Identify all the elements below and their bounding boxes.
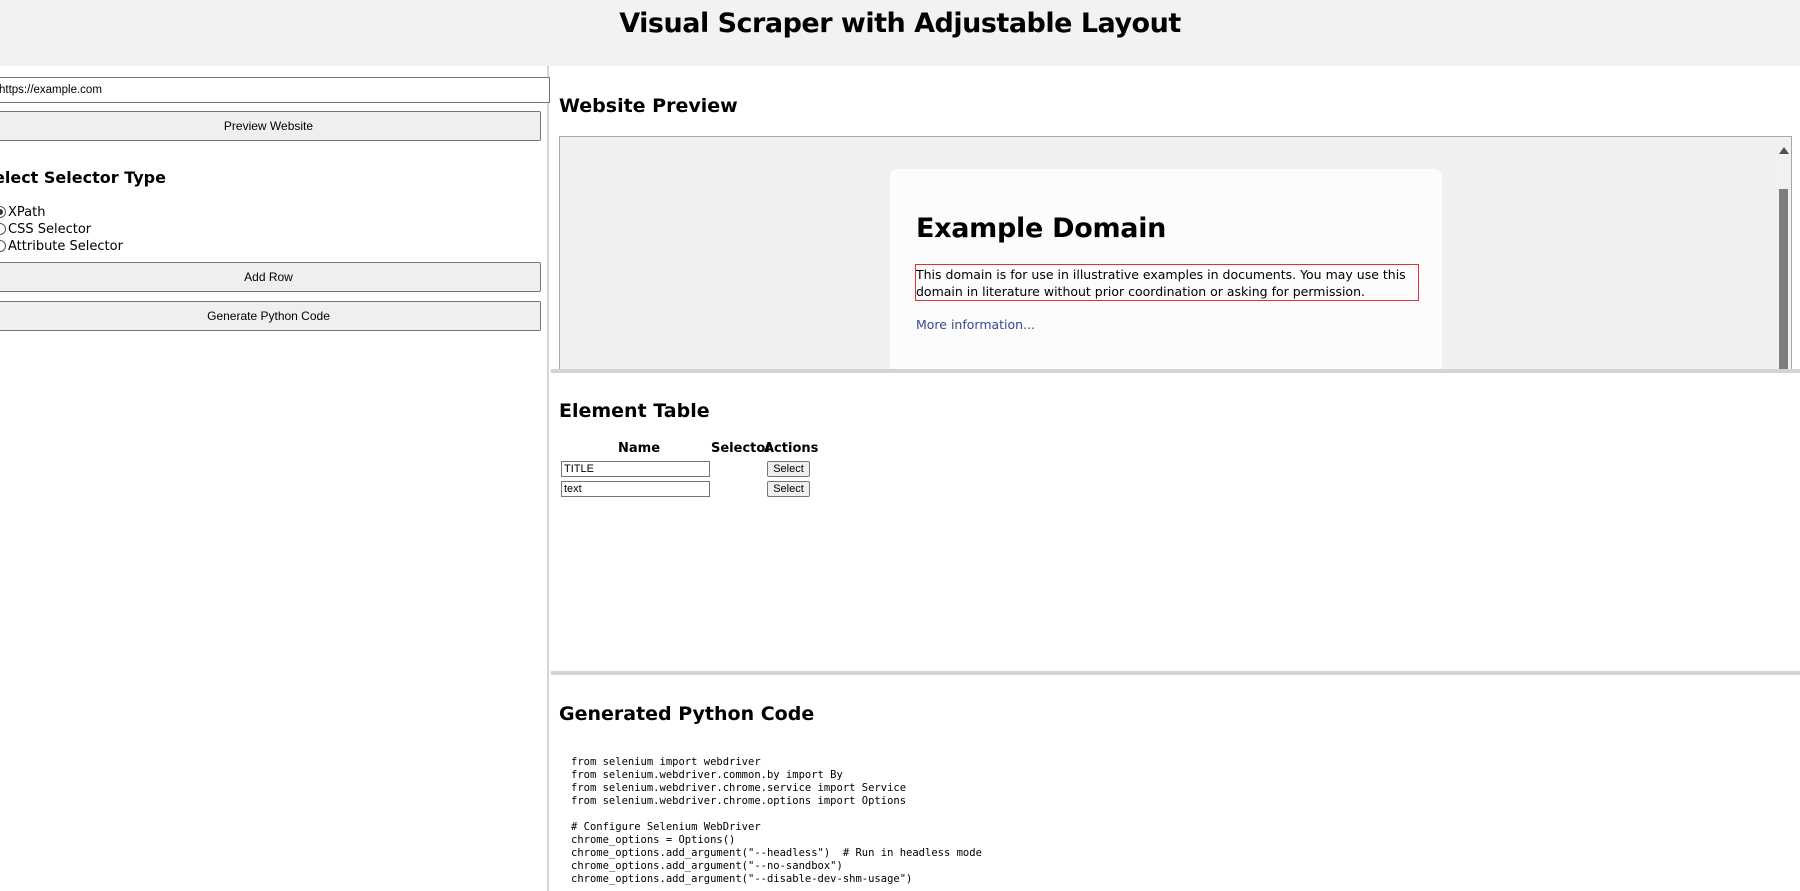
add-row-button[interactable]: Add Row: [0, 262, 541, 292]
website-preview-section: Website Preview Example Domain This doma…: [551, 66, 1800, 369]
url-input[interactable]: https://example.com: [0, 77, 550, 103]
table-row-name-input[interactable]: TITLE: [561, 461, 710, 477]
table-row-select-button[interactable]: Select: [767, 461, 810, 477]
preview-page-link[interactable]: More information...: [916, 317, 1035, 332]
control-panel: https://example.com Preview Website elec…: [0, 66, 550, 891]
website-preview-title: Website Preview: [559, 95, 738, 117]
generated-code-block[interactable]: from selenium import webdriver from sele…: [571, 756, 982, 886]
selector-type-title: elect Selector Type: [0, 168, 166, 187]
generate-python-code-button[interactable]: Generate Python Code: [0, 301, 541, 331]
app-header: Visual Scraper with Adjustable Layout: [0, 0, 1800, 66]
column-header-actions: Actions: [764, 441, 819, 456]
radio-label-attribute-selector: Attribute Selector: [8, 238, 123, 254]
scrollbar-thumb[interactable]: [1779, 189, 1788, 369]
app-title: Visual Scraper with Adjustable Layout: [619, 8, 1181, 39]
table-row-select-button[interactable]: Select: [767, 481, 810, 497]
url-input-value: https://example.com: [0, 84, 102, 96]
radio-css-selector[interactable]: CSS Selector: [0, 221, 91, 237]
radio-label-xpath: XPath: [8, 204, 46, 220]
radio-button-xpath[interactable]: [0, 206, 6, 218]
preview-website-button[interactable]: Preview Website: [0, 111, 541, 141]
preview-page-paragraph[interactable]: This domain is for use in illustrative e…: [915, 264, 1419, 301]
element-table-section: Element Table Name Selector Actions TITL…: [551, 373, 1800, 671]
radio-button-attribute-selector[interactable]: [0, 240, 6, 252]
preview-page-card: Example Domain This domain is for use in…: [890, 169, 1442, 369]
radio-label-css-selector: CSS Selector: [8, 221, 92, 237]
radio-xpath[interactable]: XPath: [0, 204, 45, 220]
column-header-selector: Selector: [711, 441, 772, 456]
radio-attribute-selector[interactable]: Attribute Selector: [0, 238, 123, 254]
preview-scrollbar[interactable]: [1776, 137, 1791, 369]
generated-code-title: Generated Python Code: [559, 703, 815, 725]
radio-button-css-selector[interactable]: [0, 223, 6, 235]
column-header-name: Name: [618, 441, 661, 456]
element-table-title: Element Table: [559, 400, 710, 422]
table-row-name-input[interactable]: text: [561, 481, 710, 497]
preview-frame[interactable]: Example Domain This domain is for use in…: [559, 136, 1792, 369]
preview-page-heading[interactable]: Example Domain: [916, 213, 1166, 244]
scroll-up-arrow-icon[interactable]: [1779, 147, 1789, 154]
generated-code-section: Generated Python Code from selenium impo…: [551, 675, 1800, 891]
